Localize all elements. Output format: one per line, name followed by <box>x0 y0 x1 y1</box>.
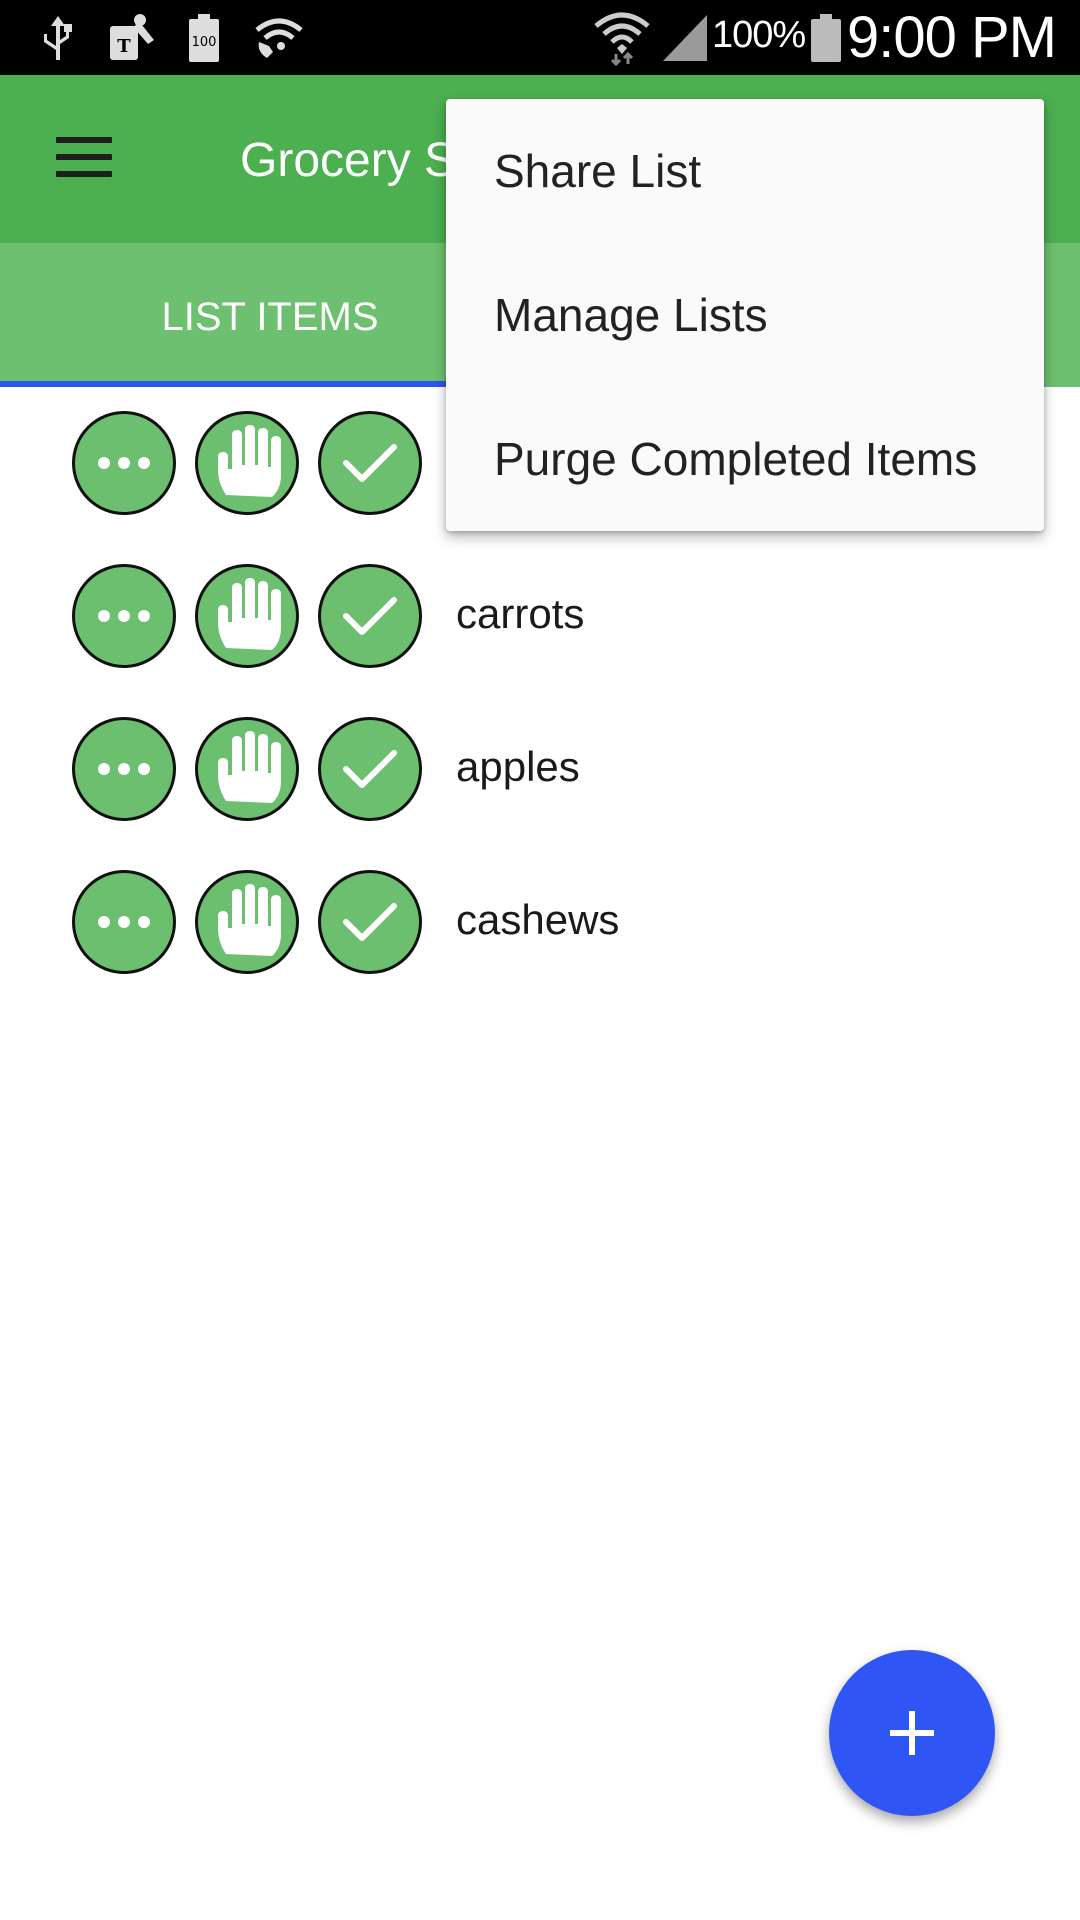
hand-icon[interactable] <box>195 411 299 515</box>
menu-item-share-list[interactable]: Share List <box>446 99 1044 243</box>
list-item: apples <box>0 709 1080 829</box>
check-icon[interactable] <box>318 411 422 515</box>
status-bar: T 100 100% 9:00 PM <box>0 0 1080 75</box>
menu-item-manage-lists[interactable]: Manage Lists <box>446 243 1044 387</box>
clock: 9:00 PM <box>847 5 1057 70</box>
plus-icon <box>890 1711 934 1755</box>
svg-text:T: T <box>117 36 131 57</box>
check-icon[interactable] <box>318 717 422 821</box>
check-icon[interactable] <box>318 564 422 668</box>
hand-icon[interactable] <box>195 717 299 821</box>
battery-icon <box>808 10 844 66</box>
battery-100-icon: 100 <box>184 10 224 66</box>
wifi-calling-icon <box>248 10 310 66</box>
add-item-button[interactable] <box>829 1650 995 1816</box>
svg-text:100: 100 <box>192 35 217 50</box>
signal-icon <box>660 10 710 66</box>
tmobile-icon: T <box>104 10 160 66</box>
hamburger-icon[interactable] <box>56 137 112 177</box>
list-item-label[interactable]: cashews <box>456 896 619 944</box>
tab-indicator <box>0 381 446 387</box>
hand-icon[interactable] <box>195 870 299 974</box>
list-item: cashews <box>0 862 1080 982</box>
wifi-icon <box>590 10 654 66</box>
more-icon[interactable] <box>72 870 176 974</box>
list-item: carrots <box>0 556 1080 676</box>
list-item-label[interactable]: apples <box>456 743 580 791</box>
app-title: Grocery S <box>240 134 457 187</box>
hand-icon[interactable] <box>195 564 299 668</box>
check-icon[interactable] <box>318 870 422 974</box>
more-icon[interactable] <box>72 564 176 668</box>
menu-item-purge-completed[interactable]: Purge Completed Items <box>446 387 1044 531</box>
tab-list-items[interactable]: LIST ITEMS <box>130 295 410 340</box>
overflow-menu: Share List Manage Lists Purge Completed … <box>446 99 1044 531</box>
more-icon[interactable] <box>72 411 176 515</box>
more-icon[interactable] <box>72 717 176 821</box>
battery-percent: 100% <box>712 14 806 56</box>
list-item-label[interactable]: carrots <box>456 590 584 638</box>
usb-icon <box>36 10 80 66</box>
